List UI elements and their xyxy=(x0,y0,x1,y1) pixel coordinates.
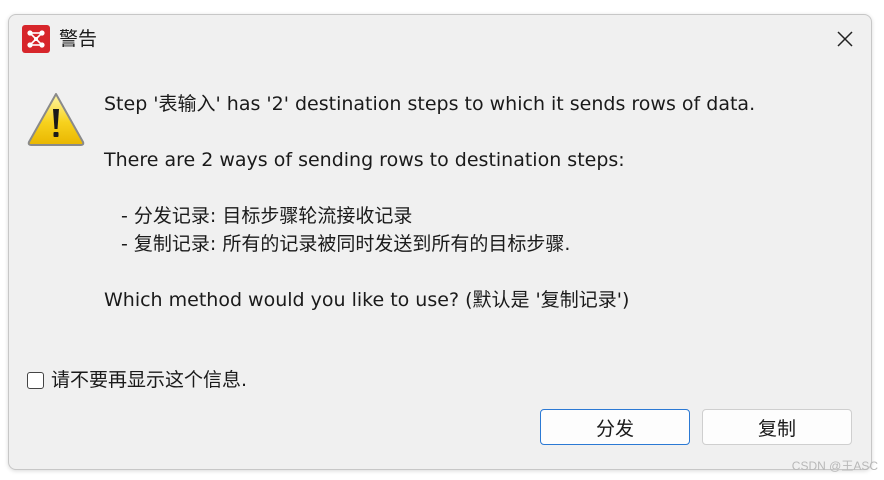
message-line: There are 2 ways of sending rows to dest… xyxy=(104,149,625,171)
watermark: CSDN @王ASC xyxy=(791,459,878,473)
dialog-title: 警告 xyxy=(59,28,98,50)
close-button[interactable] xyxy=(829,23,861,55)
distribute-button[interactable]: 分发 xyxy=(540,409,690,445)
dont-show-label: 请不要再显示这个信息. xyxy=(51,369,248,391)
warning-icon xyxy=(26,91,86,147)
message-option-copy: - 复制记录: 所有的记录被同时发送到所有的目标步骤. xyxy=(121,233,571,255)
title-bar: 警告 xyxy=(9,15,871,65)
app-logo-icon xyxy=(22,25,50,53)
message-option-distribute: - 分发记录: 目标步骤轮流接收记录 xyxy=(121,205,413,227)
dont-show-again-option[interactable]: 请不要再显示这个信息. xyxy=(27,367,247,393)
message-line: Step '表输入' has '2' destination steps to … xyxy=(104,93,756,115)
close-icon xyxy=(837,31,853,47)
copy-button[interactable]: 复制 xyxy=(702,409,852,445)
dont-show-checkbox[interactable] xyxy=(27,371,44,389)
message-question: Which method would you like to use? (默认是… xyxy=(104,289,630,311)
warning-dialog: 警告 Step '表输入' has '2' destination steps … xyxy=(8,14,872,470)
